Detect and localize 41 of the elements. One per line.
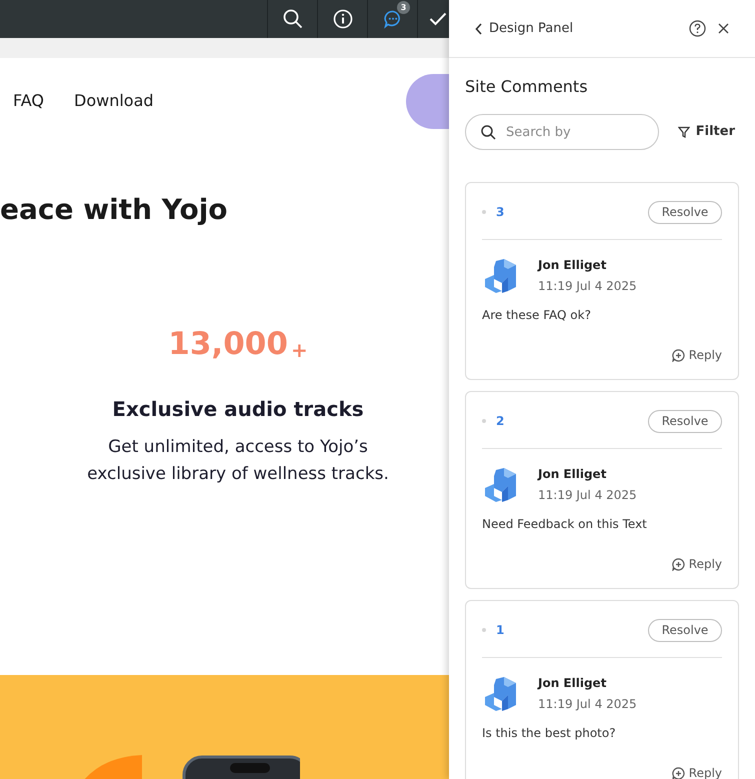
comment-number: 1	[496, 622, 504, 639]
search-icon	[282, 9, 302, 29]
reply-button[interactable]: Reply	[672, 555, 722, 573]
comment-time: 11:19 Jul 4 2025	[538, 696, 637, 713]
back-button[interactable]: Design Panel	[475, 18, 574, 38]
reply-icon	[672, 558, 685, 570]
search-icon	[481, 125, 496, 140]
search-field[interactable]: Search by	[465, 114, 659, 150]
chevron-left-icon	[475, 22, 483, 34]
author-name: Jon Elliget	[538, 257, 608, 274]
reply-button[interactable]: Reply	[672, 346, 722, 364]
resolve-button[interactable]: Resolve	[648, 200, 722, 224]
info-icon	[332, 9, 352, 29]
comment-text: Is this the best photo?	[482, 725, 617, 742]
comment-time: 11:19 Jul 4 2025	[538, 487, 637, 504]
author-name: Jon Elliget	[538, 466, 608, 483]
comment-icon	[382, 9, 402, 29]
comment-time: 11:19 Jul 4 2025	[538, 278, 637, 295]
filter-button[interactable]: Filter	[678, 122, 735, 142]
nav-link[interactable]: Download	[74, 89, 154, 113]
check-icon	[429, 12, 447, 26]
count-badge: 3	[397, 1, 410, 14]
stat-number: 13,000+	[168, 329, 308, 360]
help-icon[interactable]	[689, 20, 706, 37]
comment-text: Are these FAQ ok?	[482, 307, 592, 324]
comment-number: 2	[496, 413, 504, 430]
comment-number: 3	[496, 204, 504, 221]
hero-heading: eace with Yojo	[0, 192, 228, 228]
comment-text: Need Feedback on this Text	[482, 516, 648, 533]
panel-title: Site Comments	[465, 76, 589, 98]
feature-title: Exclusive audio tracks	[112, 396, 364, 423]
close-icon[interactable]	[718, 23, 729, 34]
filter-icon	[678, 126, 690, 138]
feature-description: Get unlimited, access to Yojo’s exclusive library of wellness tracks.	[86, 436, 390, 486]
pill-button[interactable]	[406, 74, 449, 128]
author-name: Jon Elliget	[538, 675, 608, 692]
nav-link[interactable]: FAQ	[13, 89, 44, 113]
resolve-button[interactable]: Resolve	[648, 410, 722, 432]
reply-icon	[672, 766, 685, 779]
reply-icon	[672, 348, 685, 362]
resolve-button[interactable]: Resolve	[648, 618, 722, 642]
